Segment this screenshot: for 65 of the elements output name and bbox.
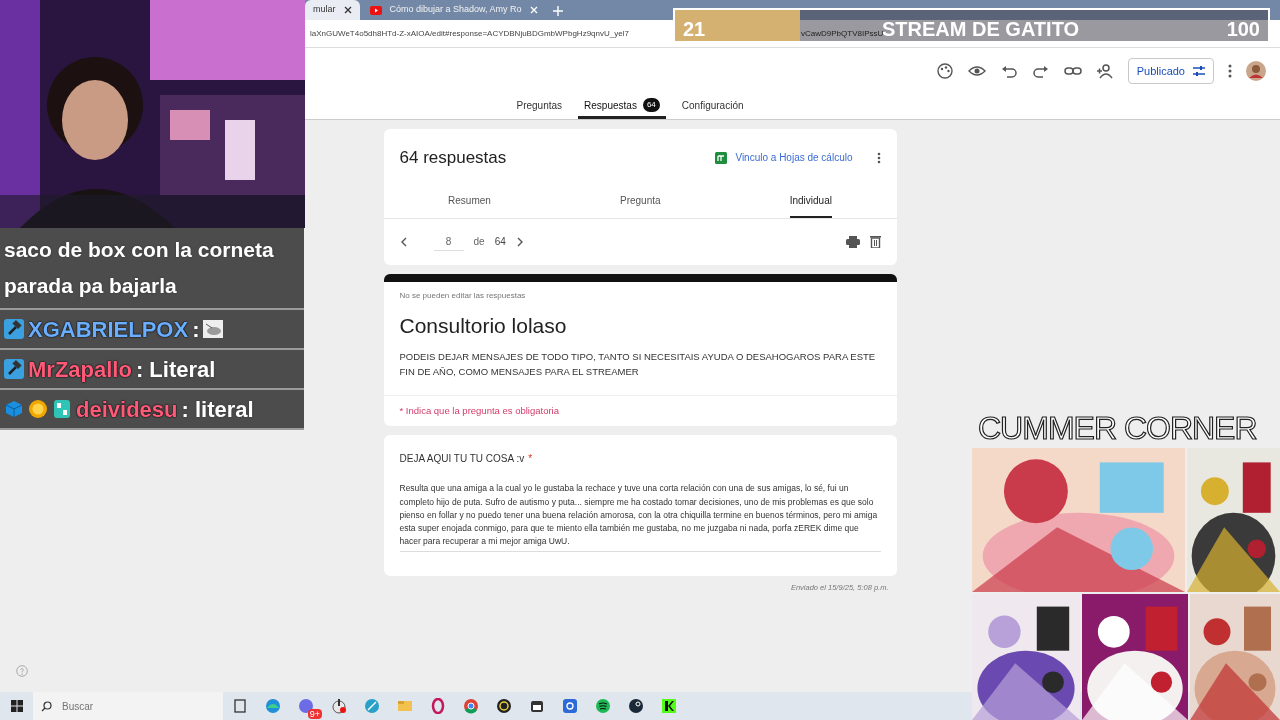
view-tab[interactable]: Pregunta [619,186,661,218]
chat-message: saco de box con la corneta parada pa bajarla [0,228,304,310]
coin-badge-icon [28,399,48,419]
view-tab[interactable]: Resumen [448,186,491,218]
chat-message: : literal [181,395,254,424]
chrome-icon[interactable] [462,698,479,714]
url-text[interactable]: laXnGUWeT4o5dh8HTd-Z-xAIOA/edit#response=ACYDBNjuBDGmbWPbgHz9qnvU_yel7 [310,27,673,40]
form-tab[interactable]: Configuración [675,94,750,119]
k-app-icon[interactable] [660,698,677,714]
total-label: 64 [494,235,506,249]
of-label: de [473,235,485,249]
chat-username: XGABRIELPOX [28,315,189,344]
print-icon[interactable] [845,235,860,248]
url-text[interactable]: vCawD9PbQTV8IPssU [801,27,884,40]
chat-username: deividesu [76,395,178,424]
form-title: Consultorio lolaso [399,312,568,339]
more-icon[interactable] [876,151,881,164]
sheets-icon [715,151,728,164]
windows-icon [10,700,23,712]
chat-username: MrZapallo [28,355,132,384]
search-icon [41,700,52,712]
palette-icon[interactable] [935,62,954,80]
responses-title: 64 respuestas [399,147,507,169]
goal-count: 21 [683,17,706,42]
chat-message: : [192,315,200,344]
cube-badge-icon [4,399,24,419]
emote-icon [203,320,224,338]
browser-tab[interactable]: mular [305,0,360,20]
publish-button[interactable]: Publicado [1127,57,1214,85]
avatar-icon[interactable] [1246,61,1266,81]
form-tab[interactable]: Respuestas 64 [578,94,666,119]
answer-text: Resulta que una amiga a la cual yo le gustaba la rechace y tuve una corta relación con una de sus amigas, lo sé, fui un completo hijo de puta. Sufro de autismo y puta... siempre me ha costado tomar decisiones, uno de mis problemas es que solo pienso en follar y no puedo tener una buena relación amorosa, con la otra chiquilla termine en buenos términos, pero mi amiga esta super enojada conmigo, para que te miento ella también me gustaba, no me juzgaba ni nada, porfa zEREK dime que hacer para recuperar a mi mejor amiga UwU. [399,482,881,552]
close-icon[interactable] [343,6,352,14]
more-icon[interactable] [1228,64,1232,78]
ring-icon[interactable] [429,698,446,714]
goal-target: 100 [1226,17,1260,42]
sheets-link[interactable]: Vinculo a Hojas de cálculo [735,150,853,166]
hammer-badge-icon [4,319,24,339]
music-app-icon[interactable] [594,698,611,714]
trash-icon[interactable] [869,235,881,248]
sliders-icon [1193,65,1205,77]
task-view-icon[interactable] [231,698,248,714]
hammer-badge-icon [4,359,24,379]
add-person-icon[interactable] [1095,62,1114,80]
joystick-icon[interactable] [330,698,347,714]
chevron-left-icon[interactable] [399,236,408,247]
form-tab[interactable]: Preguntas [510,94,569,119]
video-icon [369,5,382,15]
wave-icon[interactable] [264,698,281,714]
view-tab[interactable]: Individual [789,186,832,218]
count-badge: 9+ [307,709,322,719]
question-label: DEJA AQUI TU TU COSA :v * [399,452,534,467]
chevron-right-icon[interactable] [515,236,524,247]
form-description: PODEIS DEJAR MENSAJES DE TODO TIPO, TANTO SI NECESITAIS AYUDA O DESAHOGAROS PARA ESTE FIN DE AÑO, COMO MENSAJES PARA EL STREAMER [399,350,877,379]
target-icon[interactable] [495,698,512,714]
notice-text: No se pueden editar las respuestas [399,289,527,302]
required-mark: * [528,453,533,465]
count-badge: 64 [642,98,660,112]
goal-title: STREAM DE GATITO [882,17,1080,42]
gallery-caption: CUMMER CORNER [978,409,1257,448]
tile-badge-icon [52,399,72,419]
required-note: * Indica que la pregunta es obligatoria [398,404,560,418]
search-field[interactable]: Buscar [33,692,223,720]
chat-message: : Literal [135,355,216,384]
search-input[interactable]: Buscar [60,697,200,715]
